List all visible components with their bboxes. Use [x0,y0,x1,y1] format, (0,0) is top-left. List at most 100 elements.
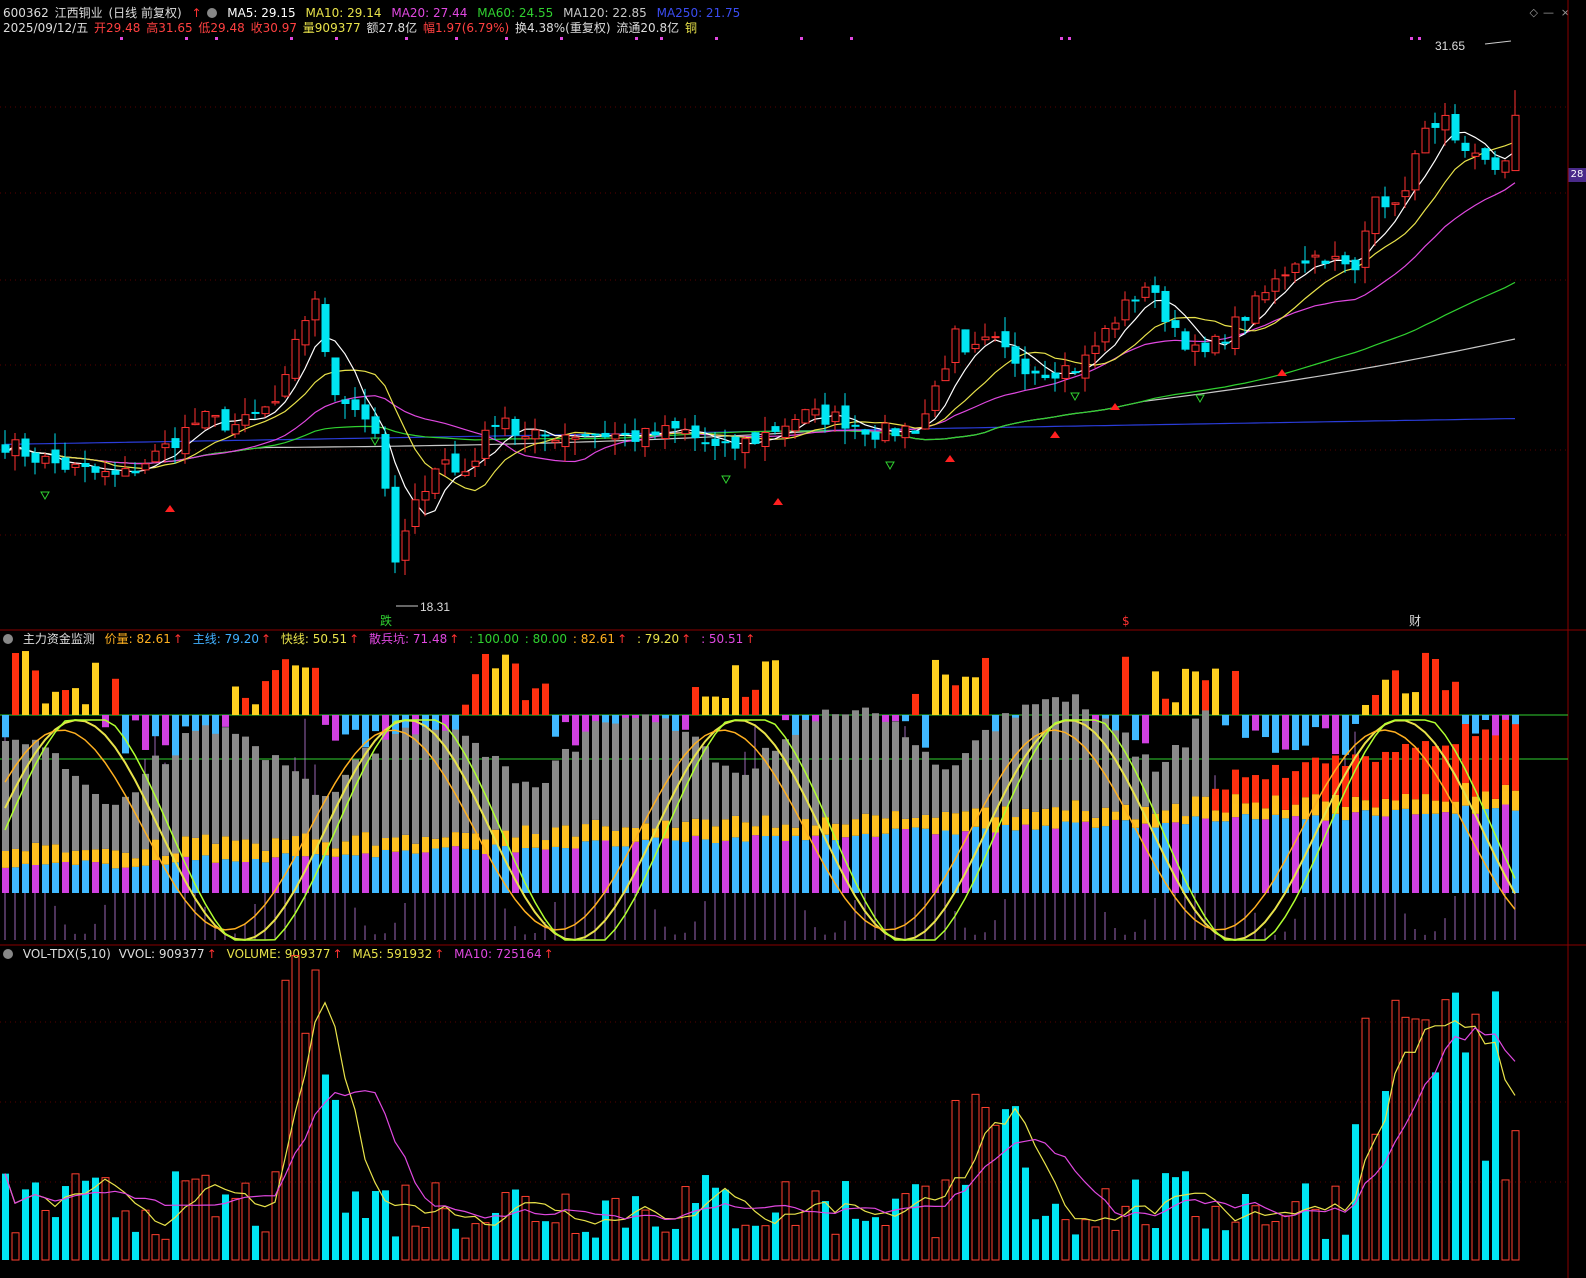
volume-bar [1482,1160,1489,1260]
candle-body [261,406,270,415]
candle-body [591,433,600,436]
candle-body [71,463,80,468]
stack-bar [1082,811,1089,822]
candle-body [581,434,590,437]
stack-bar [272,838,279,858]
event-dot [635,37,638,40]
capital-bar [1202,680,1209,715]
candle-body [311,298,320,321]
stack-bar [32,864,39,893]
volume-bar [702,1175,709,1260]
stack-bar [862,707,869,814]
volume-bar [811,1190,820,1261]
capital-bar [762,661,769,715]
stack-bar [762,836,769,893]
capital-bar [1212,668,1219,715]
volume-bar [1191,1216,1200,1261]
candle-body [1131,299,1140,302]
stack-bar [1412,814,1419,893]
candle-body [951,328,960,364]
stack-bar [112,804,119,851]
stack-bar [1112,730,1119,812]
volume-bar [481,1222,490,1261]
stack-bar [182,836,189,857]
stack-bar [722,765,729,820]
buy-arrow-icon [1050,431,1060,438]
stack-bar [1202,796,1209,819]
stack-bar [142,865,149,893]
stack-bar [1232,794,1239,818]
stack-bar [1002,824,1009,893]
stack-bar [422,726,429,837]
stack-bar [812,721,819,826]
volume-bar [681,1186,690,1261]
capital-bar [1402,693,1409,715]
capital-bar [1302,715,1309,746]
stack-bar [1102,807,1109,827]
stack-bar [782,739,789,825]
stack-bar [1402,808,1409,893]
capital-bar [62,690,69,715]
stack-bar [1312,757,1319,795]
volume-bar [372,1191,379,1260]
candle-body [531,429,540,440]
kline-chart-canvas[interactable]: 31.65 18.31 跌 $ 财 [0,0,1586,1278]
volume-bar [261,1231,270,1261]
volume-bar [52,1217,59,1260]
stack-bar [1422,741,1429,795]
capital-bar [132,715,139,721]
stack-bar [2,851,9,868]
candle-body [1371,196,1380,235]
capital-bar [1272,715,1279,753]
stack-bar [922,751,929,815]
candle-body [821,404,830,425]
stack-bar [72,850,79,865]
capital-bar [542,683,549,715]
stack-bar [732,772,739,816]
candle-body [771,426,780,432]
stack-bar [1412,747,1419,800]
volume-bar [741,1224,750,1261]
stack-bar [332,856,339,893]
capital-bar [932,659,939,715]
volume-ma10-line [4,1027,1516,1221]
high-price-label: 31.65 [1435,39,1465,53]
volume-bar [211,1216,220,1261]
stack-bar [552,760,559,828]
candle-body [641,427,650,448]
stack-bar [262,850,269,863]
candle-body [1421,127,1430,154]
stack-bar [102,803,109,849]
candle-body [1501,160,1510,173]
volume-bar [352,1191,359,1260]
stack-bar [122,867,129,893]
stack-bar [612,830,619,847]
stack-bar [482,854,489,893]
candle-body [401,530,410,561]
stack-bar [1162,761,1169,811]
stack-bar [1042,825,1049,893]
candle-body [91,466,100,473]
stack-bar [532,787,539,834]
stack-bar [72,864,79,893]
stack-bar [402,850,409,893]
stack-bar [342,854,349,893]
capital-bar [42,703,49,715]
volume-bar [301,1032,310,1261]
candle-body [21,438,30,457]
buy-arrow-icon [773,498,783,505]
candle-body [171,438,180,449]
volume-bar [1281,1215,1290,1261]
stack-bar [852,710,859,820]
stack-bar [1032,829,1039,893]
candle-body [471,460,480,467]
stack-bar [1062,701,1069,811]
capital-bar [1412,692,1419,715]
stack-bar [412,843,419,854]
capital-bar [952,685,959,715]
capital-bar [902,715,909,722]
stack-bar [872,836,879,893]
stack-bar [282,765,289,840]
candle-body [1471,152,1480,157]
stack-bar [602,722,609,827]
